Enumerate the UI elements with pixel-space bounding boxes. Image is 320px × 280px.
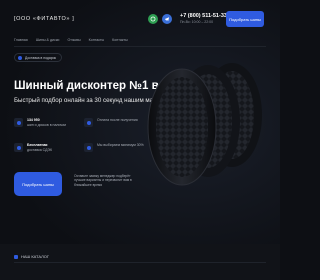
phone-number[interactable]: +7 (800) 511-51-33	[180, 13, 227, 19]
feature-discount: Мы выбираем минимум 30%	[84, 143, 144, 152]
pick-tires-button[interactable]: Подобрать шины	[14, 172, 62, 196]
work-hours: Пн-Вс: 10:00 – 22:00	[180, 20, 214, 24]
badge-dot-icon	[18, 55, 22, 60]
whatsapp-icon[interactable]	[148, 14, 158, 24]
feature-payment-text: Оплата после получения	[97, 118, 138, 122]
feature-delivery: Бесплатная доставка СДЭК	[14, 143, 52, 152]
catalog-divider	[14, 262, 266, 263]
truck-icon	[14, 143, 23, 152]
company-logo[interactable]: [ООО «ФИТАВТО» ]	[14, 16, 74, 22]
messenger-icons	[148, 14, 172, 24]
telegram-icon[interactable]	[162, 14, 172, 24]
pick-tires-header-button[interactable]: Подобрать шины	[226, 11, 264, 27]
warehouse-icon	[14, 118, 23, 127]
feature-stock: 134 950 шин и дисков в наличии	[14, 118, 66, 127]
nav-item-reviews[interactable]: Отзывы	[67, 38, 80, 42]
nav-item-contacts-2[interactable]: Контакты	[112, 38, 128, 42]
badge-label: Доставка в подарок	[25, 55, 57, 60]
delivery-badge: Доставка в подарок	[14, 53, 63, 62]
main-nav: Главная Шины & диски Отзывы Контакты Кон…	[14, 38, 128, 42]
catalog-label: НАШ КАТАЛОГ	[21, 254, 49, 259]
nav-divider	[14, 46, 266, 47]
wallet-icon	[84, 118, 93, 127]
square-icon	[14, 254, 18, 259]
percent-icon	[84, 143, 93, 152]
nav-item-home[interactable]: Главная	[14, 38, 28, 42]
nav-item-contacts[interactable]: Контакты	[89, 38, 105, 42]
feature-stock-text: шин и дисков в наличии	[27, 122, 67, 127]
feature-payment: Оплата после получения	[84, 118, 138, 127]
nav-item-tires-discs[interactable]: Шины & диски	[36, 38, 60, 42]
tire-front	[147, 68, 217, 186]
catalog-heading: НАШ КАТАЛОГ	[14, 254, 49, 259]
tires-image	[147, 63, 262, 186]
feature-delivery-text: доставка СДЭК	[27, 147, 53, 152]
cta-note: Оставьте заявку менеджер подберёт лучшие…	[74, 174, 132, 187]
feature-discount-text: Мы выбираем минимум 30%	[97, 143, 144, 147]
